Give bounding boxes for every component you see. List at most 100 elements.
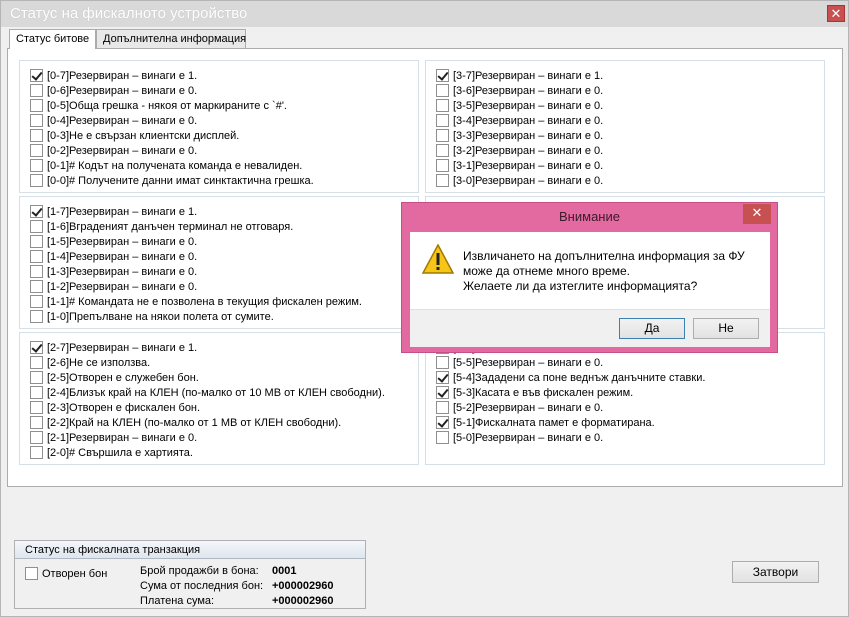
- status-group-byte1: [1-7]Резервиран – винаги е 1. [1-6]Вграде…: [19, 196, 419, 329]
- status-bit-row[interactable]: [2-6]Не се използва.: [30, 355, 150, 370]
- status-bit-row[interactable]: [3-7]Резервиран – винаги е 1.: [436, 68, 603, 83]
- paid-label: Платена сума:: [140, 595, 215, 607]
- status-bit-row[interactable]: [2-4]Близък край на КЛЕН (по-малко от 10…: [30, 385, 385, 400]
- status-bit-checkbox[interactable]: [436, 114, 449, 127]
- status-bit-checkbox[interactable]: [30, 69, 43, 82]
- status-bit-row[interactable]: [1-3]Резервиран – винаги е 0.: [30, 264, 197, 279]
- status-bit-checkbox[interactable]: [436, 159, 449, 172]
- status-bit-checkbox[interactable]: [30, 401, 43, 414]
- status-bit-checkbox[interactable]: [30, 416, 43, 429]
- status-bit-label: [5-5]Резервиран – винаги е 0.: [453, 356, 604, 369]
- status-bit-row[interactable]: [1-2]Резервиран – винаги е 0.: [30, 279, 197, 294]
- status-bit-checkbox[interactable]: [30, 84, 43, 97]
- status-bit-checkbox[interactable]: [436, 144, 449, 157]
- status-bit-checkbox[interactable]: [436, 431, 449, 444]
- status-bit-row[interactable]: [0-6]Резервиран – винаги е 0.: [30, 83, 197, 98]
- status-bit-checkbox[interactable]: [30, 386, 43, 399]
- window-close-button[interactable]: ✕: [827, 5, 845, 22]
- status-bit-checkbox[interactable]: [30, 310, 43, 323]
- status-bit-checkbox[interactable]: [30, 280, 43, 293]
- status-bit-checkbox[interactable]: [30, 250, 43, 263]
- status-bit-label: [2-7]Резервиран – винаги е 1.: [47, 341, 198, 354]
- status-bit-checkbox[interactable]: [30, 144, 43, 157]
- status-bit-row[interactable]: [3-1]Резервиран – винаги е 0.: [436, 158, 603, 173]
- status-bit-checkbox[interactable]: [30, 446, 43, 459]
- status-bit-checkbox[interactable]: [436, 174, 449, 187]
- status-bit-checkbox[interactable]: [436, 99, 449, 112]
- status-bit-checkbox[interactable]: [30, 159, 43, 172]
- status-bit-row[interactable]: [5-0]Резервиран – винаги е 0.: [436, 430, 603, 445]
- dialog-message-line2: може да отнеме много време.: [463, 264, 630, 278]
- status-bit-checkbox[interactable]: [30, 174, 43, 187]
- yes-button[interactable]: Да: [619, 318, 685, 339]
- open-receipt-checkbox-row[interactable]: Отворен бон: [25, 566, 107, 581]
- status-bit-row[interactable]: [0-7]Резервиран – винаги е 1.: [30, 68, 197, 83]
- status-bit-checkbox[interactable]: [30, 99, 43, 112]
- status-bit-checkbox[interactable]: [436, 401, 449, 414]
- status-bit-row[interactable]: [2-5]Отворен е служебен бон.: [30, 370, 199, 385]
- status-bit-checkbox[interactable]: [30, 235, 43, 248]
- status-bit-row[interactable]: [1-1]# Командата не е позволена в текущи…: [30, 294, 362, 309]
- status-bit-row[interactable]: [3-3]Резервиран – винаги е 0.: [436, 128, 603, 143]
- status-bit-checkbox[interactable]: [30, 356, 43, 369]
- status-bit-checkbox[interactable]: [436, 129, 449, 142]
- status-bit-row[interactable]: [3-6]Резервиран – винаги е 0.: [436, 83, 603, 98]
- status-bit-label: [0-6]Резервиран – винаги е 0.: [47, 84, 198, 97]
- status-bit-row[interactable]: [2-2]Край на КЛЕН (по-малко от 1 MB от К…: [30, 415, 341, 430]
- status-bit-row[interactable]: [3-0]Резервиран – винаги е 0.: [436, 173, 603, 188]
- warning-icon: [422, 244, 454, 274]
- status-bit-row[interactable]: [2-1]Резервиран – винаги е 0.: [30, 430, 197, 445]
- status-bit-checkbox[interactable]: [436, 69, 449, 82]
- status-bit-row[interactable]: [3-4]Резервиран – винаги е 0.: [436, 113, 603, 128]
- status-bit-checkbox[interactable]: [30, 431, 43, 444]
- status-bit-row[interactable]: [0-1]# Кодът на получената команда е нев…: [30, 158, 302, 173]
- status-bit-checkbox[interactable]: [436, 356, 449, 369]
- status-bit-checkbox[interactable]: [30, 295, 43, 308]
- open-receipt-label: Отворен бон: [42, 567, 108, 580]
- status-bit-row[interactable]: [3-5]Резервиран – винаги е 0.: [436, 98, 603, 113]
- status-bit-label: [5-3]Касата е във фискален режим.: [453, 386, 634, 399]
- no-button[interactable]: Не: [693, 318, 759, 339]
- status-bit-checkbox[interactable]: [436, 386, 449, 399]
- status-bit-row[interactable]: [0-4]Резервиран – винаги е 0.: [30, 113, 197, 128]
- status-bit-row[interactable]: [5-2]Резервиран – винаги е 0.: [436, 400, 603, 415]
- status-bit-row[interactable]: [1-5]Резервиран – винаги е 0.: [30, 234, 197, 249]
- tab-status-bits[interactable]: Статус битове: [9, 29, 96, 49]
- status-bit-checkbox[interactable]: [436, 416, 449, 429]
- status-bit-checkbox[interactable]: [436, 371, 449, 384]
- status-bit-checkbox[interactable]: [30, 220, 43, 233]
- tab-additional-info[interactable]: Допълнителна информация: [96, 29, 246, 48]
- close-button[interactable]: Затвори: [732, 561, 819, 583]
- status-bit-row[interactable]: [0-5]Обща грешка - някоя от маркираните …: [30, 98, 287, 113]
- status-bit-label: [1-5]Резервиран – винаги е 0.: [47, 235, 198, 248]
- status-bit-row[interactable]: [1-6]Вграденият данъчен терминал не отго…: [30, 219, 293, 234]
- status-bit-checkbox[interactable]: [436, 84, 449, 97]
- status-bit-row[interactable]: [5-3]Касата е във фискален режим.: [436, 385, 633, 400]
- status-bit-row[interactable]: [5-1]Фискалната памет е форматирана.: [436, 415, 655, 430]
- status-bit-label: [1-4]Резервиран – винаги е 0.: [47, 250, 198, 263]
- status-bit-label: [3-2]Резервиран – винаги е 0.: [453, 144, 604, 157]
- status-bit-row[interactable]: [5-5]Резервиран – винаги е 0.: [436, 355, 603, 370]
- status-bit-label: [3-1]Резервиран – винаги е 0.: [453, 159, 604, 172]
- status-bit-row[interactable]: [0-0]# Получените данни имат синктактичн…: [30, 173, 314, 188]
- status-bit-row[interactable]: [2-3]Отворен е фискален бон.: [30, 400, 200, 415]
- sales-count-value: 0001: [272, 565, 297, 577]
- status-bit-row[interactable]: [5-4]Зададени са поне веднъж данъчните с…: [436, 370, 705, 385]
- status-bit-checkbox[interactable]: [30, 341, 43, 354]
- status-bit-checkbox[interactable]: [30, 129, 43, 142]
- status-bit-row[interactable]: [2-0]# Свършила е хартията.: [30, 445, 193, 460]
- status-bit-checkbox[interactable]: [30, 205, 43, 218]
- status-bit-row[interactable]: [0-2]Резервиран – винаги е 0.: [30, 143, 197, 158]
- dialog-close-button[interactable]: ✕: [743, 204, 771, 224]
- status-bit-row[interactable]: [1-0]Препълване на някои полета от сумит…: [30, 309, 274, 324]
- status-bit-row[interactable]: [2-7]Резервиран – винаги е 1.: [30, 340, 197, 355]
- status-bit-checkbox[interactable]: [30, 114, 43, 127]
- status-bit-row[interactable]: [1-7]Резервиран – винаги е 1.: [30, 204, 197, 219]
- status-bit-row[interactable]: [0-3]Не е свързан клиентски дисплей.: [30, 128, 239, 143]
- dialog-footer: Да Не: [410, 309, 770, 347]
- status-bit-row[interactable]: [3-2]Резервиран – винаги е 0.: [436, 143, 603, 158]
- status-bit-checkbox[interactable]: [30, 371, 43, 384]
- status-bit-checkbox[interactable]: [30, 265, 43, 278]
- status-bit-row[interactable]: [1-4]Резервиран – винаги е 0.: [30, 249, 197, 264]
- open-receipt-checkbox[interactable]: [25, 567, 38, 580]
